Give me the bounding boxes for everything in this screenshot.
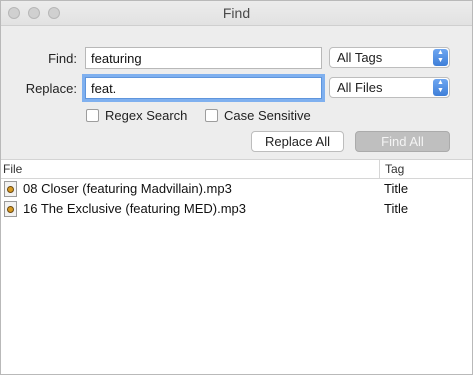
find-input[interactable]: featuring <box>85 47 322 69</box>
file-name: 08 Closer (featuring Madvillain).mp3 <box>23 181 232 196</box>
find-all-button[interactable]: Find All <box>355 131 450 152</box>
find-form: Find: featuring All Tags ▲ ▼ Replace: fea… <box>1 26 472 160</box>
audio-file-icon <box>4 201 17 217</box>
case-sensitive-label: Case Sensitive <box>224 108 311 123</box>
column-separator <box>379 160 380 178</box>
regex-search-checkbox[interactable] <box>86 109 99 122</box>
find-label: Find: <box>48 51 77 66</box>
audio-file-icon <box>4 181 17 197</box>
find-window: Find Find: featuring All Tags ▲ ▼ Replace… <box>0 0 473 375</box>
regex-search-label: Regex Search <box>105 108 188 123</box>
replace-label: Replace: <box>25 81 77 96</box>
table-row[interactable]: 16 The Exclusive (featuring MED).mp3 Tit… <box>1 199 472 219</box>
select-arrows-icon: ▲ ▼ <box>433 49 448 66</box>
replace-input[interactable]: feat. <box>85 77 322 99</box>
case-sensitive-checkbox[interactable] <box>205 109 218 122</box>
table-row[interactable]: 08 Closer (featuring Madvillain).mp3 Tit… <box>1 179 472 199</box>
results-table: File Tag 08 Closer (featuring Madvillain… <box>1 160 472 374</box>
file-name: 16 The Exclusive (featuring MED).mp3 <box>23 201 247 216</box>
title-bar: Find <box>1 1 472 26</box>
select-arrows-icon: ▲ ▼ <box>433 79 448 96</box>
tags-select-value: All Tags <box>337 50 383 65</box>
files-select-value: All Files <box>337 80 383 95</box>
tag-cell: Title <box>384 201 409 216</box>
column-header-file[interactable]: File <box>3 160 22 178</box>
tag-cell: Title <box>384 181 409 196</box>
column-header-tag[interactable]: Tag <box>385 160 404 178</box>
files-select[interactable]: All Files ▲ ▼ <box>329 77 450 98</box>
window-title: Find <box>222 5 251 21</box>
replace-all-button[interactable]: Replace All <box>251 131 344 152</box>
tags-select[interactable]: All Tags ▲ ▼ <box>329 47 450 68</box>
